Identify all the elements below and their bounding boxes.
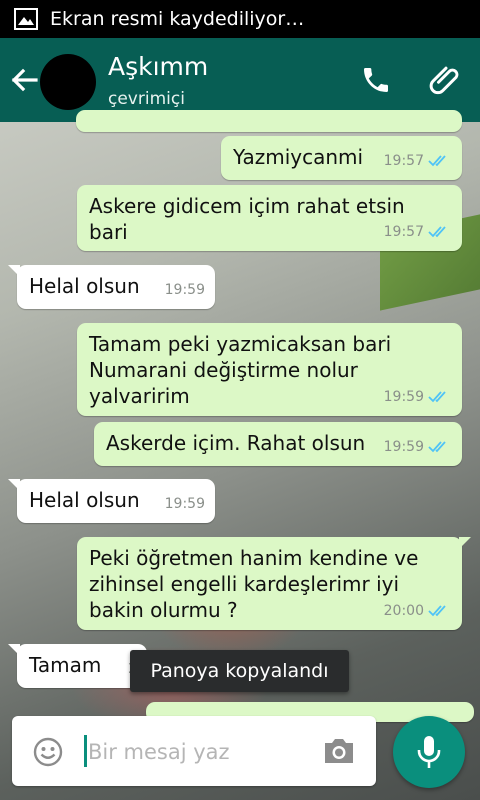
- back-arrow-icon[interactable]: [8, 64, 40, 96]
- emoji-icon[interactable]: [32, 736, 64, 768]
- message-bubble-partial: [76, 110, 462, 132]
- contact-status: çevrimiçi: [108, 89, 185, 109]
- contact-name[interactable]: Aşkımm: [108, 52, 208, 81]
- message-time: 19:59: [164, 496, 205, 512]
- message-bubble[interactable]: Helal olsun 19:59: [8, 265, 215, 309]
- read-ticks-icon: [428, 226, 446, 238]
- message-bubble[interactable]: Tamam 2: [8, 644, 147, 688]
- message-meta: 19:59: [165, 277, 205, 303]
- message-bubble[interactable]: Yazmiycanmi 19:57: [221, 136, 462, 180]
- message-bubble[interactable]: Askerde içim. Rahat olsun 19:59: [94, 422, 462, 466]
- message-bubble[interactable]: Askere gidicem içim rahat etsin bari 19:…: [77, 185, 462, 251]
- message-text: Tamam: [29, 653, 102, 677]
- message-time: 19:57: [383, 153, 424, 169]
- read-ticks-icon: [428, 155, 446, 167]
- message-bubble[interactable]: Peki öğretmen hanim kendine ve zihinsel …: [77, 537, 471, 630]
- message-text: Yazmiycanmi: [233, 145, 364, 169]
- message-meta: 20:00: [384, 598, 452, 624]
- message-time: 19:59: [383, 439, 424, 455]
- message-meta: 19:59: [165, 491, 205, 517]
- message-meta: 19:59: [384, 384, 452, 410]
- status-text: Ekran resmi kaydediliyor…: [50, 8, 305, 30]
- microphone-icon: [417, 736, 441, 768]
- message-meta: 19:57: [384, 219, 452, 245]
- status-bar: Ekran resmi kaydediliyor…: [0, 0, 480, 38]
- message-input[interactable]: [86, 730, 310, 774]
- message-text: Peki öğretmen hanim kendine ve zihinsel …: [89, 546, 419, 622]
- image-icon: [14, 8, 38, 30]
- camera-icon[interactable]: [322, 736, 356, 766]
- composer: [12, 716, 376, 786]
- message-text: Askere gidicem içim rahat etsin bari: [89, 194, 405, 244]
- read-ticks-icon: [428, 605, 446, 617]
- microphone-button[interactable]: [393, 716, 465, 788]
- message-time: 19:59: [164, 282, 205, 298]
- message-meta: 19:57: [384, 148, 452, 174]
- message-bubble[interactable]: Helal olsun 19:59: [8, 479, 215, 523]
- avatar[interactable]: [40, 54, 96, 110]
- message-text: Helal olsun: [29, 488, 140, 512]
- message-text: Askerde içim. Rahat olsun: [106, 431, 366, 455]
- message-text: Tamam peki yazmicaksan bari Numarani değ…: [89, 332, 392, 408]
- message-meta: 19:59: [384, 434, 452, 460]
- toast-message: Panoya kopyalandı: [130, 650, 349, 692]
- message-time: 20:00: [383, 603, 424, 619]
- message-time: 19:57: [383, 224, 424, 240]
- phone-icon[interactable]: [360, 64, 392, 96]
- message-bubble[interactable]: Tamam peki yazmicaksan bari Numarani değ…: [77, 323, 462, 416]
- message-time: 19:59: [383, 389, 424, 405]
- paperclip-icon[interactable]: [428, 62, 464, 98]
- message-text: Helal olsun: [29, 274, 140, 298]
- read-ticks-icon: [428, 391, 446, 403]
- read-ticks-icon: [428, 441, 446, 453]
